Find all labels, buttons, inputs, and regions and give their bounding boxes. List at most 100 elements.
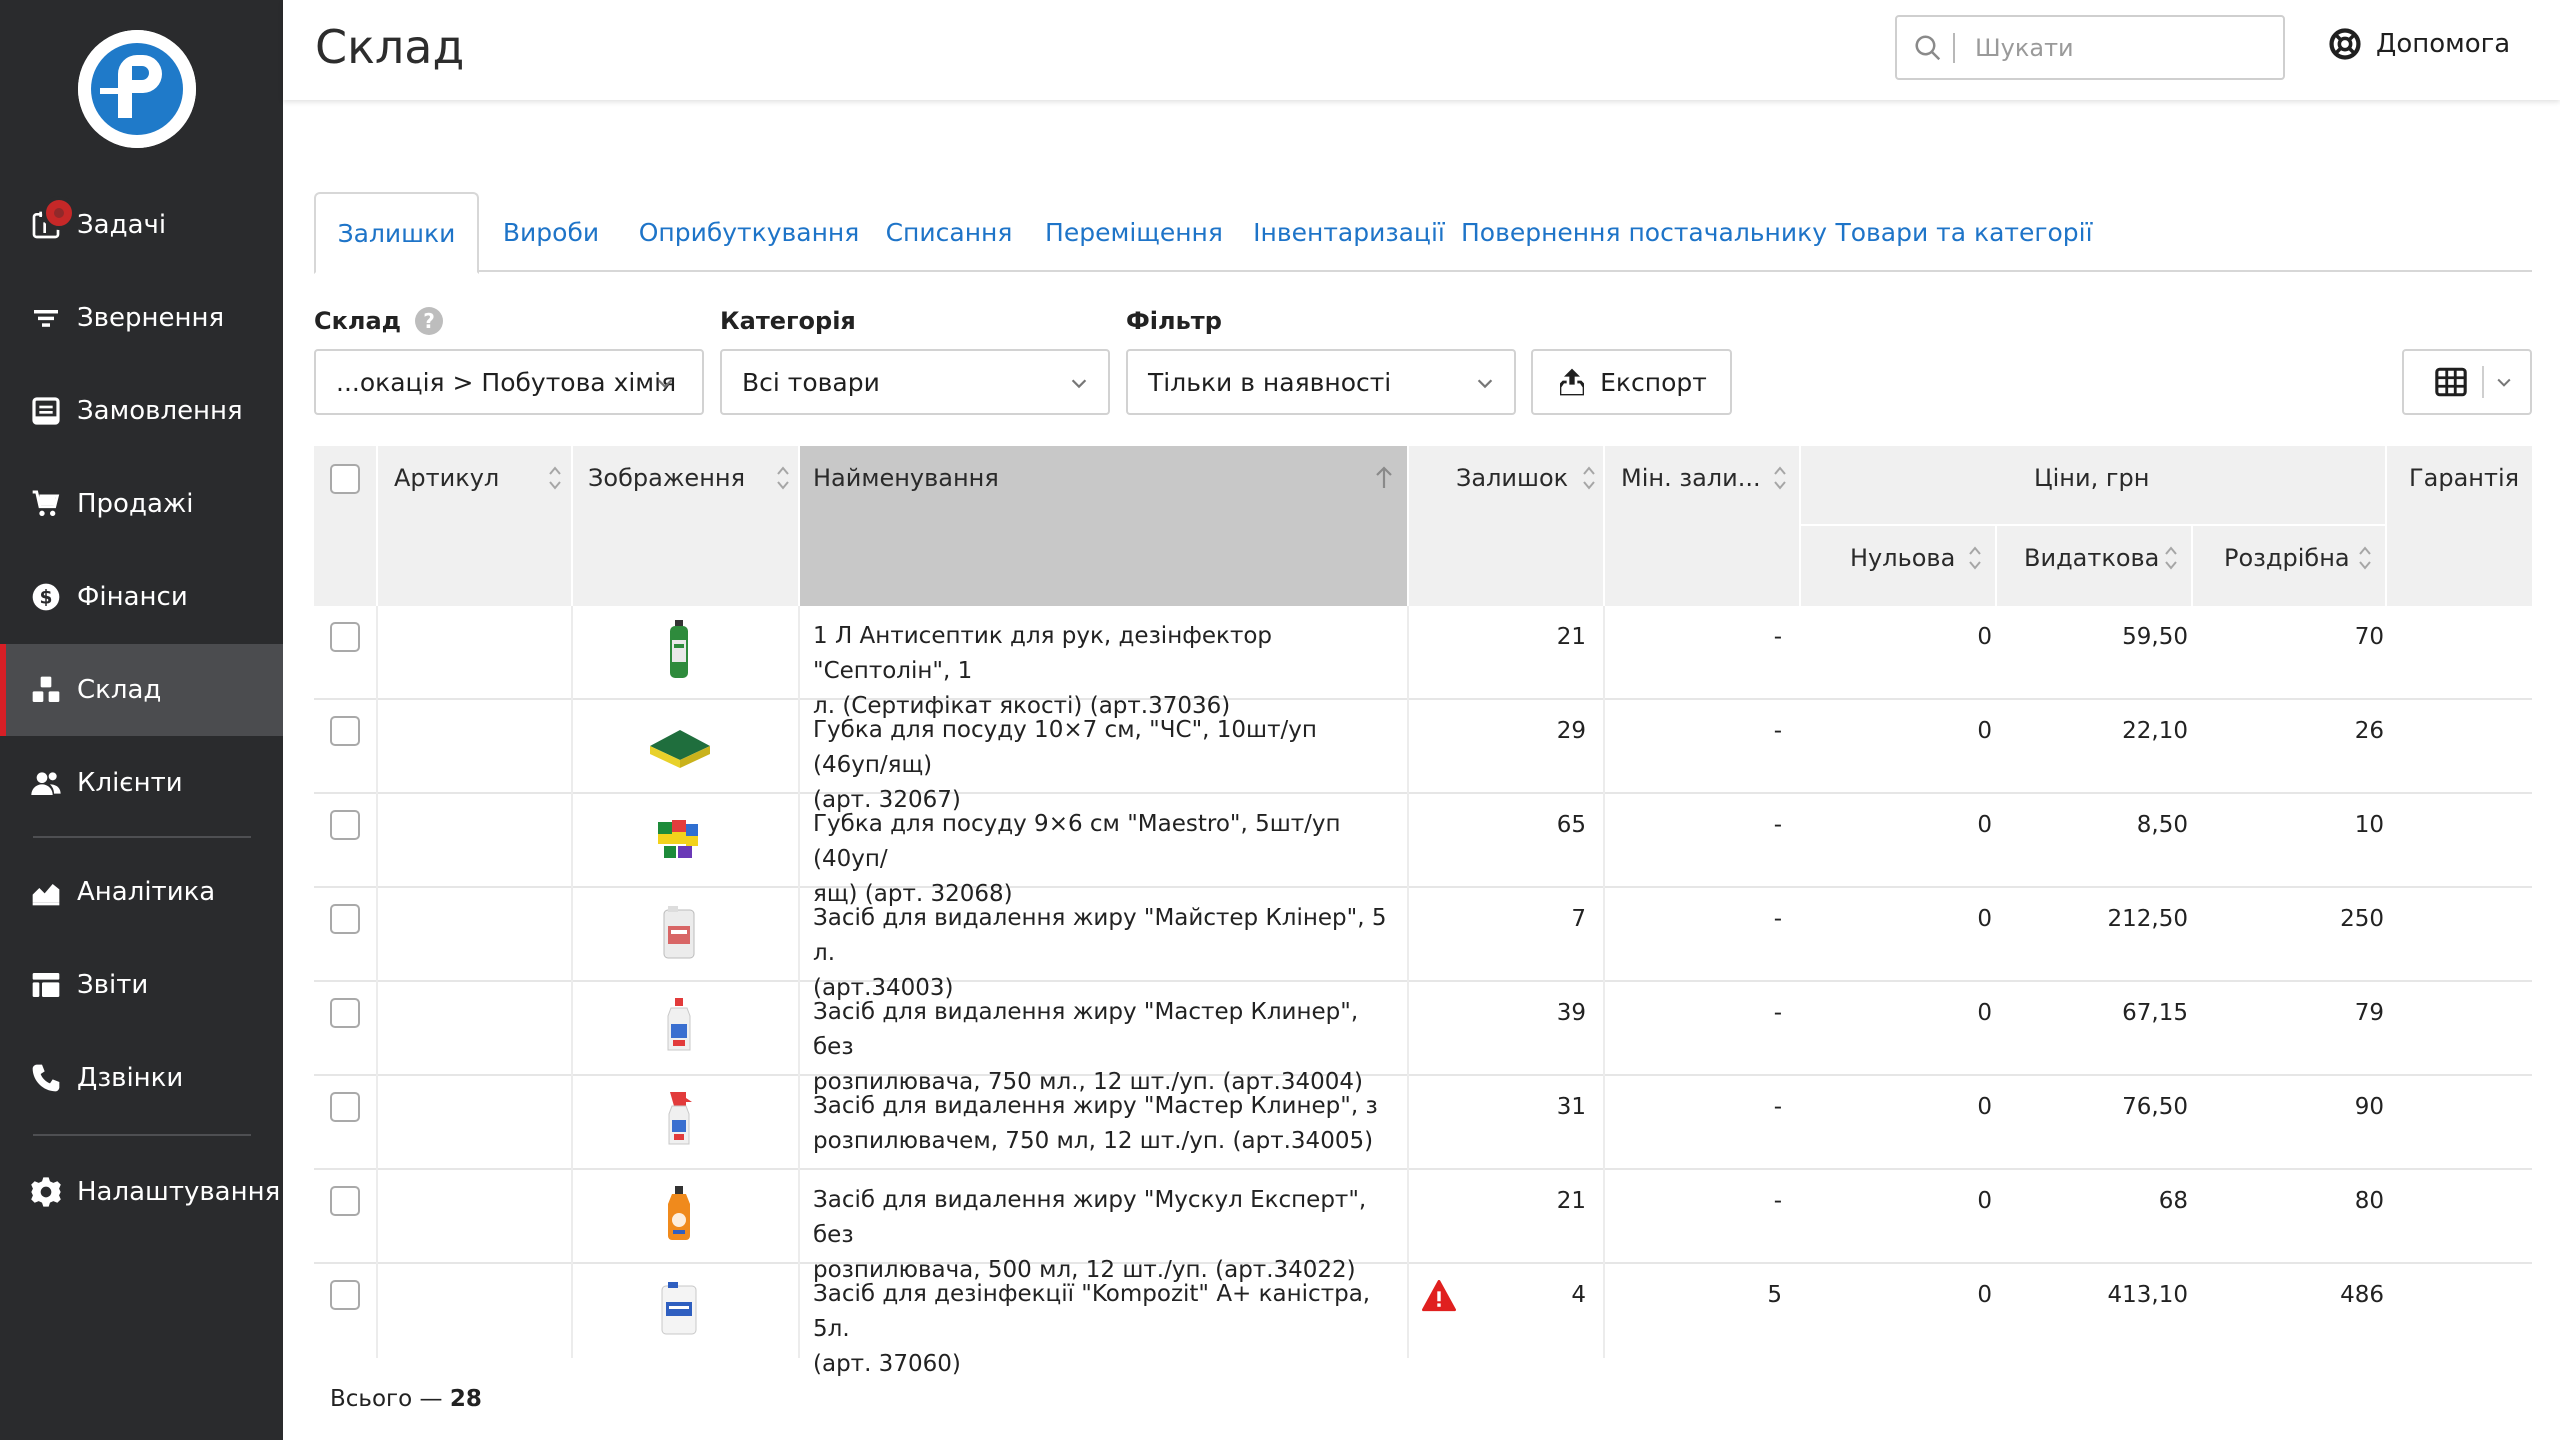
product-image[interactable] <box>644 1272 714 1342</box>
category-select-value: Всі товари <box>742 367 880 397</box>
cell-separator <box>571 1264 573 1358</box>
low-stock-warning-icon[interactable] <box>1422 1280 1456 1314</box>
product-name-line: Засіб для видалення жиру "Майстер Клінер… <box>813 905 1387 966</box>
sidebar-item-orders[interactable]: Замовлення <box>0 365 283 457</box>
tab-stock[interactable]: Залишки <box>314 192 479 274</box>
cell-separator <box>1407 888 1409 982</box>
header-article[interactable]: Артикул <box>394 464 561 492</box>
header-price-retail[interactable]: Роздрібна <box>2224 544 2371 572</box>
select-all-checkbox[interactable] <box>330 464 360 494</box>
sidebar: Задачі Звернення Замовлення Продажі $ Фі… <box>0 0 283 1440</box>
search-input[interactable] <box>1975 33 2255 62</box>
sidebar-item-warehouse[interactable]: Склад <box>0 644 283 736</box>
sidebar-item-requests[interactable]: Звернення <box>0 272 283 364</box>
product-image[interactable] <box>644 1178 714 1248</box>
product-image[interactable] <box>644 614 714 684</box>
row-checkbox[interactable] <box>330 904 360 934</box>
product-image[interactable] <box>644 896 714 966</box>
sort-icon <box>774 464 792 492</box>
column-separator <box>1407 446 1409 606</box>
row-checkbox[interactable] <box>330 622 360 652</box>
search-box[interactable] <box>1895 15 2285 80</box>
row-checkbox[interactable] <box>330 998 360 1028</box>
sort-icon <box>2162 544 2180 572</box>
sidebar-item-sales[interactable]: Продажі <box>0 458 283 550</box>
column-separator <box>2191 526 2193 606</box>
cell-separator <box>571 606 573 700</box>
availability-filter-select[interactable]: Тільки в наявності <box>1126 349 1516 415</box>
table-row[interactable]: 1 Л Антисептик для рук, дезінфектор "Сеп… <box>314 606 2532 719</box>
help-link[interactable]: Допомога <box>2328 27 2510 61</box>
header-image[interactable]: Зображення <box>588 464 789 492</box>
cell-separator <box>571 1076 573 1170</box>
sidebar-item-reports[interactable]: Звіти <box>0 939 283 1031</box>
sidebar-item-label: Звіти <box>77 970 149 1000</box>
row-checkbox[interactable] <box>330 1092 360 1122</box>
row-checkbox[interactable] <box>330 1186 360 1216</box>
product-name[interactable]: Засіб для видалення жиру "Мастер Клинер"… <box>813 1089 1398 1159</box>
help-question-icon[interactable]: ? <box>415 307 444 335</box>
phone-icon <box>30 1062 62 1094</box>
product-image[interactable] <box>644 802 714 872</box>
warehouse-label-text: Склад <box>314 307 402 335</box>
button-divider <box>2482 366 2484 398</box>
tab-transfers[interactable]: Переміщення <box>1044 192 1224 272</box>
filter-icon <box>30 302 62 334</box>
sidebar-item-settings[interactable]: Налаштування <box>0 1146 283 1238</box>
tab-bar: Залишки Вироби Оприбуткування Списання П… <box>314 192 2532 274</box>
price-retail-value: 250 <box>2340 906 2384 932</box>
warehouse-select[interactable]: ...окація > Побутова хімія <box>314 349 704 415</box>
tab-goods-categories[interactable]: Товари та категорії <box>1835 192 2092 272</box>
column-separator <box>1799 446 1801 606</box>
table-row[interactable]: Засіб для видалення жиру "Майстер Клінер… <box>314 888 2532 1001</box>
row-checkbox[interactable] <box>330 810 360 840</box>
header-price-zero[interactable]: Нульова <box>1850 544 1981 572</box>
min-stock-value: - <box>1773 624 1782 650</box>
tab-receipts[interactable]: Оприбуткування <box>639 192 860 272</box>
sidebar-item-analytics[interactable]: Аналітика <box>0 846 283 938</box>
category-select[interactable]: Всі товари <box>720 349 1110 415</box>
table-row[interactable]: Засіб для видалення жиру "Мускул Експерт… <box>314 1170 2532 1283</box>
sidebar-item-tasks[interactable]: Задачі <box>0 179 283 271</box>
sidebar-item-clients[interactable]: Клієнти <box>0 737 283 829</box>
company-logo[interactable] <box>78 30 196 148</box>
product-image[interactable] <box>644 1084 714 1154</box>
header-min-stock[interactable]: Мін. зали... <box>1621 464 1786 492</box>
table-row[interactable]: Губка для посуду 9×6 см "Maestro", 5шт/у… <box>314 794 2532 907</box>
header-price-out[interactable]: Видаткова <box>2024 544 2177 572</box>
tab-supplier-returns[interactable]: Повернення постачальнику <box>1461 192 1827 272</box>
table-row[interactable]: Засіб для видалення жиру "Мастер Клинер"… <box>314 1076 2532 1170</box>
table-row[interactable]: Засіб для дезінфекції "Kompozit" А+ кані… <box>314 1264 2532 1377</box>
price-retail-value: 79 <box>2354 1000 2384 1026</box>
cell-separator <box>1603 1264 1605 1358</box>
clients-icon <box>30 767 62 799</box>
tab-inventories[interactable]: Інвентаризації <box>1249 192 1449 272</box>
sidebar-item-label: Звернення <box>77 303 225 333</box>
row-checkbox[interactable] <box>330 1280 360 1310</box>
sidebar-item-calls[interactable]: Дзвінки <box>0 1032 283 1124</box>
cell-separator <box>1407 1264 1409 1358</box>
price-zero-value: 0 <box>1977 906 1992 932</box>
table-row[interactable]: Засіб для видалення жиру "Мастер Клинер"… <box>314 982 2532 1095</box>
tab-write-offs[interactable]: Списання <box>879 192 1019 272</box>
header-stock[interactable]: Залишок <box>1456 464 1595 492</box>
row-checkbox[interactable] <box>330 716 360 746</box>
product-image[interactable] <box>644 708 714 778</box>
cell-separator <box>376 794 378 888</box>
cell-separator <box>1603 888 1605 982</box>
tab-products[interactable]: Вироби <box>491 192 611 272</box>
product-name[interactable]: Засіб для дезінфекції "Kompozit" А+ кані… <box>813 1277 1398 1382</box>
product-image[interactable] <box>644 990 714 1060</box>
search-icon <box>1913 33 1943 63</box>
table-row[interactable]: Губка для посуду 10×7 см, "ЧС", 10шт/уп … <box>314 700 2532 813</box>
columns-settings-button[interactable] <box>2402 349 2532 415</box>
sort-ascending-icon[interactable] <box>1374 464 1394 490</box>
price-out-value: 67,15 <box>2122 1000 2188 1026</box>
export-button[interactable]: Експорт <box>1531 349 1732 415</box>
filter-label-text: Фільтр <box>1126 307 1222 335</box>
header-name[interactable]: Найменування <box>813 464 999 492</box>
sidebar-item-finance[interactable]: $ Фінанси <box>0 551 283 643</box>
product-name-line: 1 Л Антисептик для рук, дезінфектор "Сеп… <box>813 623 1273 684</box>
header-warranty[interactable]: Гарантія <box>2409 464 2519 492</box>
header-image-label: Зображення <box>588 464 746 492</box>
